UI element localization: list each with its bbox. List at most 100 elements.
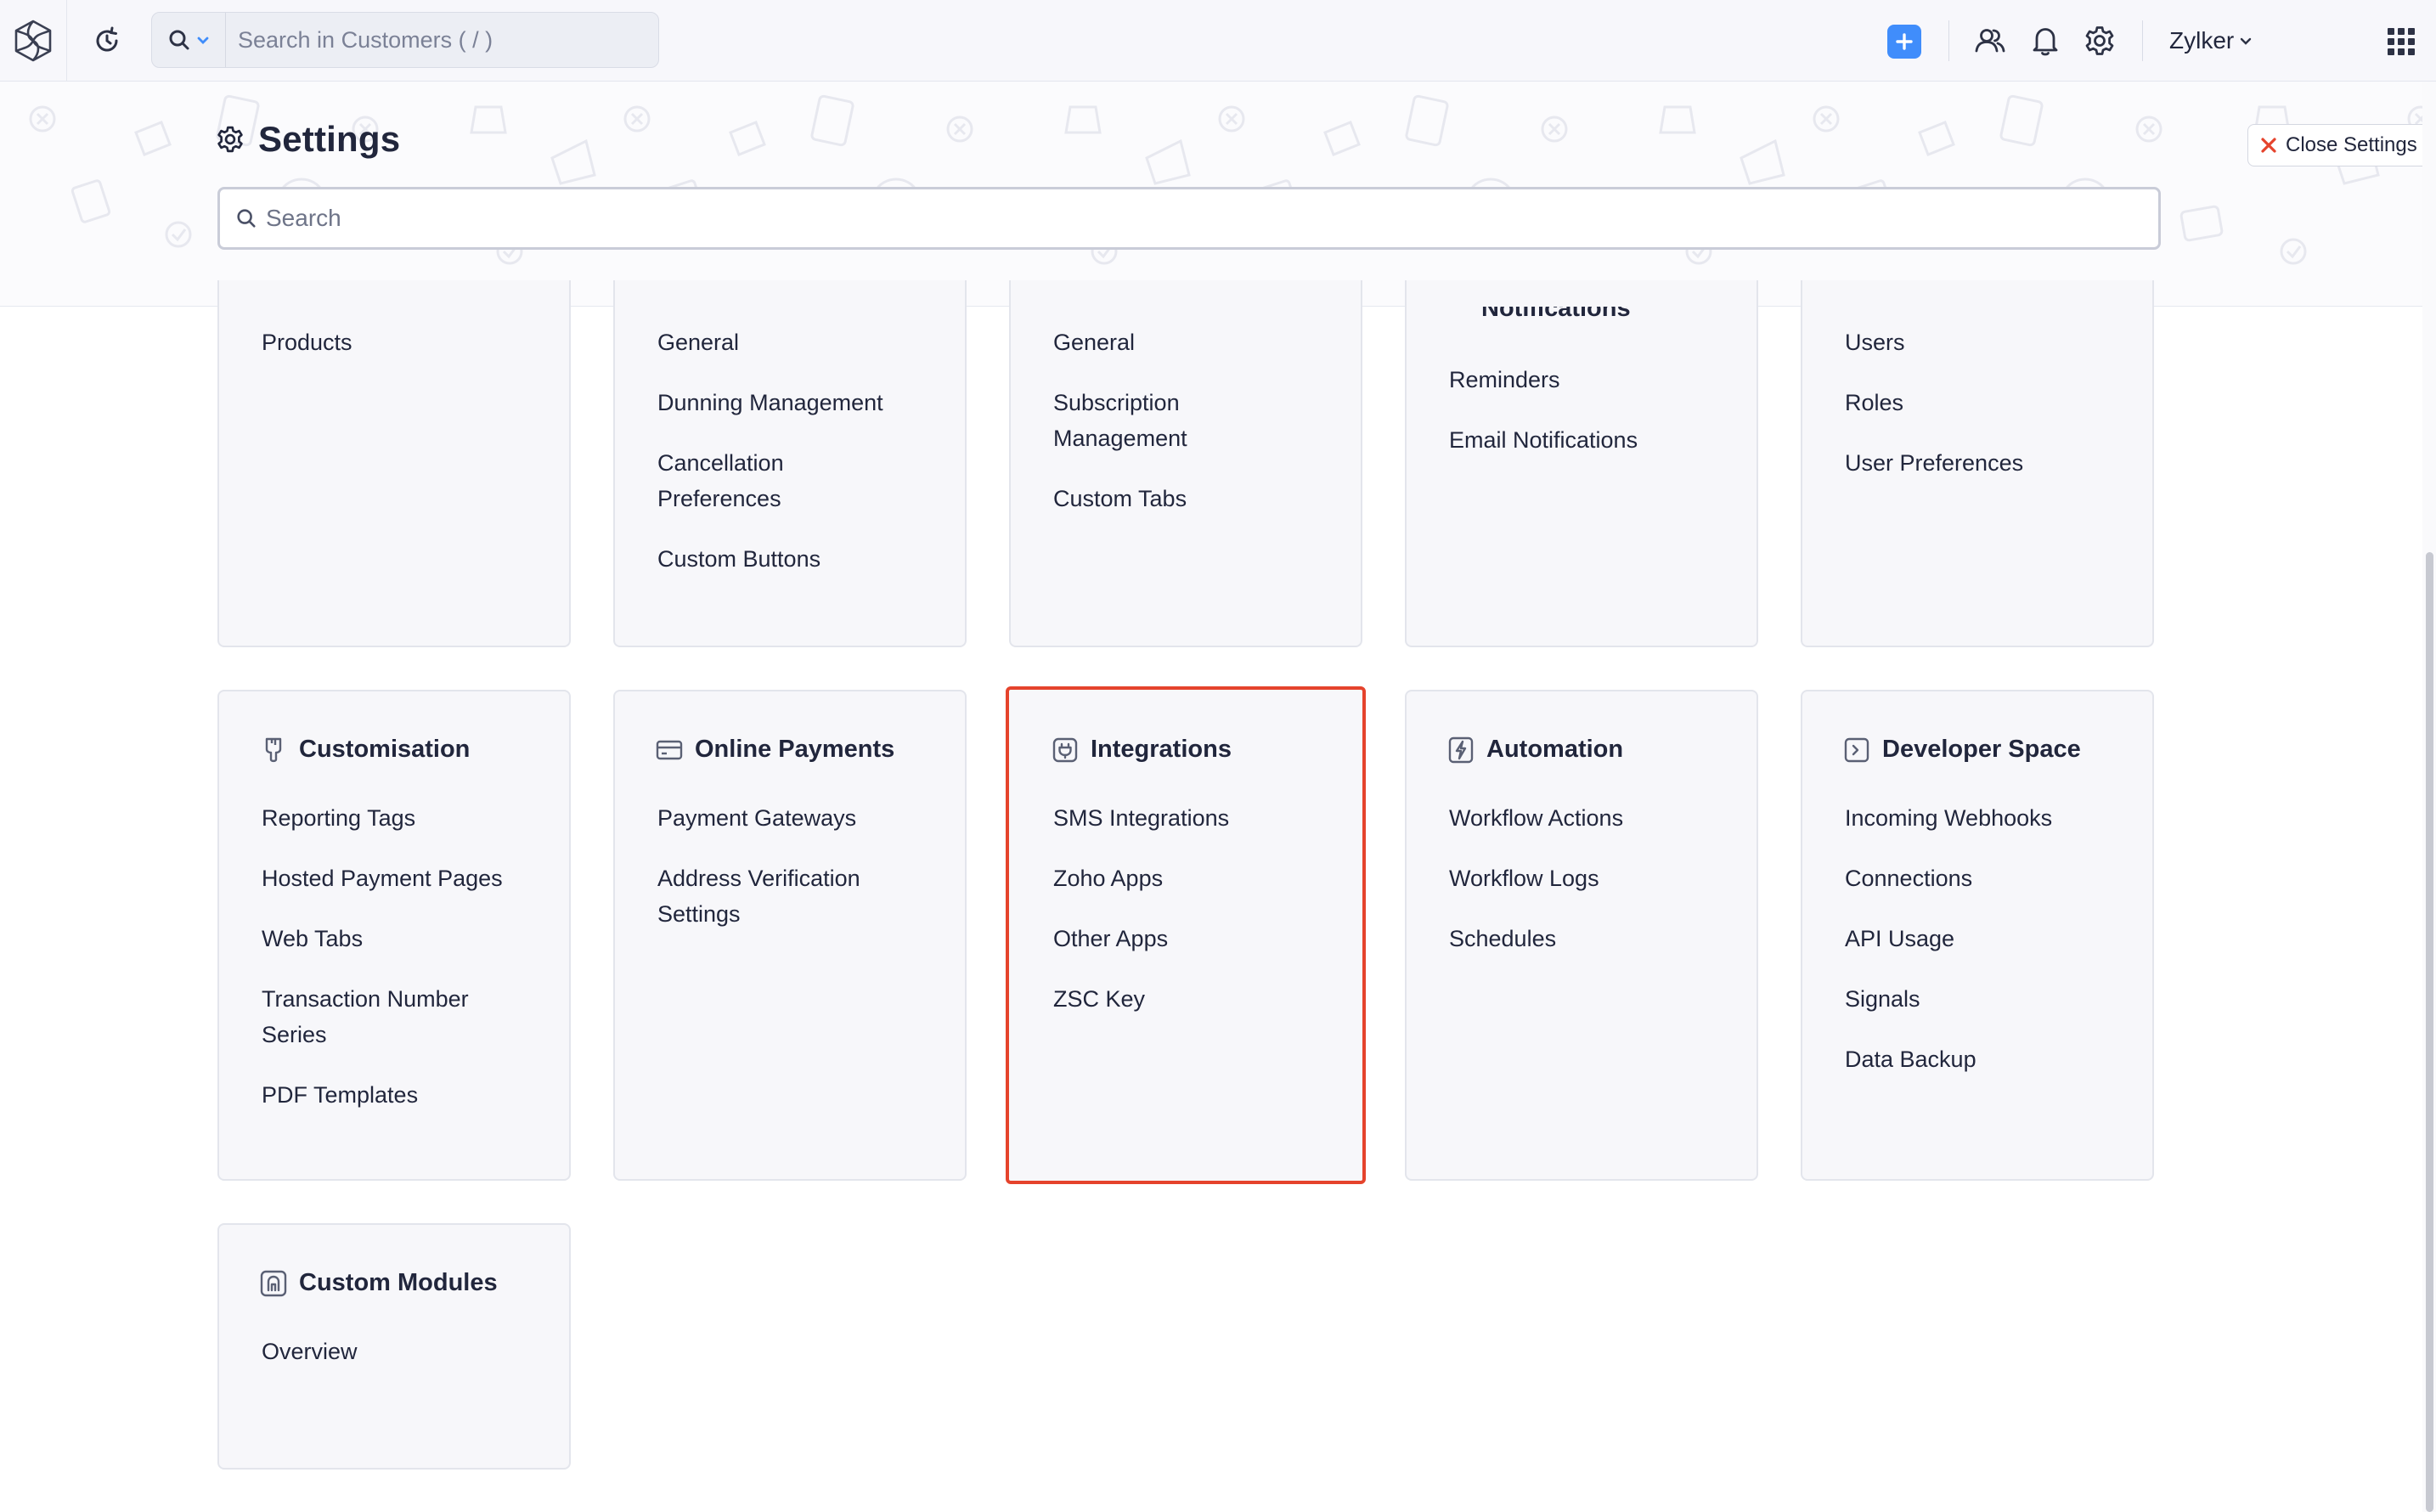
settings-link[interactable]: Address Verification Settings	[657, 860, 912, 932]
card-title: Online Payments	[695, 736, 895, 763]
chevron-down-icon	[197, 37, 209, 44]
settings-link[interactable]: Overview	[262, 1334, 550, 1369]
page-title: Settings	[258, 119, 401, 159]
settings-link[interactable]: Zoho Apps	[1053, 860, 1342, 896]
settings-card: General Subscription Management Custom T…	[1009, 280, 1362, 647]
card-title: Custom Modules	[299, 1269, 498, 1296]
settings-link[interactable]: Dunning Management	[657, 385, 912, 420]
notifications-button[interactable]	[2028, 23, 2062, 59]
card-link-list: Reporting Tags Hosted Payment Pages Web …	[262, 800, 516, 1137]
global-search-input[interactable]	[226, 26, 658, 54]
card-link-list: Overview	[262, 1334, 550, 1394]
topbar-divider	[1948, 20, 1949, 61]
settings-card-notifications: Reminders Email Notifications	[1405, 280, 1758, 647]
topbar-divider	[2142, 20, 2143, 61]
close-icon	[2261, 138, 2276, 153]
card-title: Integrations	[1091, 736, 1232, 763]
org-switcher[interactable]: Zylker	[2169, 22, 2253, 59]
settings-search[interactable]	[217, 187, 2161, 250]
settings-link[interactable]: API Usage	[1845, 921, 2134, 956]
search-icon	[169, 30, 189, 50]
card-link-list: General Subscription Management Custom T…	[1053, 324, 1257, 541]
apps-menu-button[interactable]	[2385, 25, 2417, 58]
recent-history-icon	[96, 26, 118, 52]
integrations-card: Integrations SMS Integrations Zoho Apps …	[1006, 686, 1366, 1184]
lightning-icon	[1447, 736, 1475, 764]
card-title: Automation	[1486, 736, 1624, 763]
brush-icon	[260, 736, 287, 764]
settings-link[interactable]: Signals	[1845, 981, 2134, 1017]
customisation-card: Customisation Reporting Tags Hosted Paym…	[217, 690, 571, 1181]
bell-icon	[2033, 28, 2058, 56]
card-title: Customisation	[299, 736, 471, 763]
card-header: Developer Space	[1843, 736, 2081, 764]
settings-card: General Dunning Management Cancellation …	[613, 280, 967, 647]
settings-link[interactable]: Transaction Number Series	[262, 981, 516, 1052]
settings-card: Users Roles User Preferences	[1801, 280, 2154, 647]
card-header: Online Payments	[656, 736, 894, 764]
clipped-card-title: Notifications	[1481, 307, 1631, 322]
search-scope-dropdown[interactable]	[152, 13, 226, 67]
card-link-list: Users Roles User Preferences	[1845, 324, 2134, 505]
card-link-list: Payment Gateways Address Verification Se…	[657, 800, 912, 956]
settings-link[interactable]: SMS Integrations	[1053, 800, 1342, 836]
app-logo[interactable]	[0, 0, 67, 81]
card-link-list: General Dunning Management Cancellation …	[657, 324, 912, 601]
settings-link[interactable]: Workflow Actions	[1449, 800, 1738, 836]
settings-link[interactable]: User Preferences	[1845, 445, 2134, 481]
settings-link[interactable]: Workflow Logs	[1449, 860, 1738, 896]
custom-modules-card: Custom Modules Overview	[217, 1223, 571, 1470]
quick-create-button[interactable]	[1887, 25, 1921, 59]
plus-icon	[1896, 33, 1913, 50]
card-link-list: Products	[262, 324, 550, 385]
settings-search-input[interactable]	[257, 205, 2158, 232]
developer-space-card: Developer Space Incoming Webhooks Connec…	[1801, 690, 2154, 1181]
terminal-icon	[1843, 736, 1870, 764]
close-settings-label: Close Settings	[2286, 133, 2417, 156]
card-header: Integrations	[1052, 736, 1232, 764]
users-icon	[1975, 29, 2005, 53]
settings-link[interactable]: General	[657, 324, 912, 360]
settings-link[interactable]: Hosted Payment Pages	[262, 860, 516, 896]
settings-link[interactable]: Connections	[1845, 860, 2134, 896]
card-title: Developer Space	[1882, 736, 2081, 763]
close-settings-button[interactable]: Close Settings	[2247, 124, 2432, 166]
apps-grid-icon	[2388, 28, 2415, 55]
settings-link[interactable]: Users	[1845, 324, 2134, 360]
settings-link[interactable]: Reporting Tags	[262, 800, 516, 836]
settings-link[interactable]: Roles	[1845, 385, 2134, 420]
online-payments-card: Online Payments Payment Gateways Address…	[613, 690, 967, 1181]
settings-link[interactable]: Web Tabs	[262, 921, 516, 956]
card-header: Customisation	[260, 736, 470, 764]
settings-link[interactable]: ZSC Key	[1053, 981, 1342, 1017]
settings-title: Settings	[216, 119, 400, 160]
card-link-list: SMS Integrations Zoho Apps Other Apps ZS…	[1053, 800, 1342, 1041]
settings-link[interactable]: Custom Tabs	[1053, 481, 1257, 516]
settings-link[interactable]: PDF Templates	[262, 1077, 516, 1113]
settings-link[interactable]: Incoming Webhooks	[1845, 800, 2134, 836]
scrollbar-thumb[interactable]	[2426, 552, 2433, 1512]
settings-link[interactable]: General	[1053, 324, 1257, 360]
settings-link[interactable]: Reminders	[1449, 362, 1738, 398]
settings-link[interactable]: Schedules	[1449, 921, 1738, 956]
app-logo-icon	[14, 20, 52, 61]
settings-button[interactable]	[2082, 23, 2117, 59]
settings-link[interactable]: Cancellation Preferences	[657, 445, 912, 516]
team-button[interactable]	[1972, 24, 2008, 58]
gear-icon	[217, 126, 243, 153]
custom-module-icon	[260, 1270, 287, 1297]
settings-link[interactable]: Products	[262, 324, 550, 360]
card-header: Automation	[1447, 736, 1623, 764]
recent-history-button[interactable]	[90, 24, 124, 58]
settings-link[interactable]: Data Backup	[1845, 1041, 2134, 1077]
card-link-list: Incoming Webhooks Connections API Usage …	[1845, 800, 2134, 1102]
settings-link[interactable]: Payment Gateways	[657, 800, 912, 836]
settings-link[interactable]: Email Notifications	[1449, 422, 1738, 458]
card-header: Custom Modules	[260, 1269, 498, 1297]
plug-icon	[1052, 736, 1079, 764]
settings-link[interactable]: Subscription Management	[1053, 385, 1257, 456]
settings-link[interactable]: Custom Buttons	[657, 541, 912, 577]
global-search[interactable]	[151, 12, 659, 68]
settings-link[interactable]: Other Apps	[1053, 921, 1342, 956]
chevron-down-icon	[2241, 37, 2252, 45]
